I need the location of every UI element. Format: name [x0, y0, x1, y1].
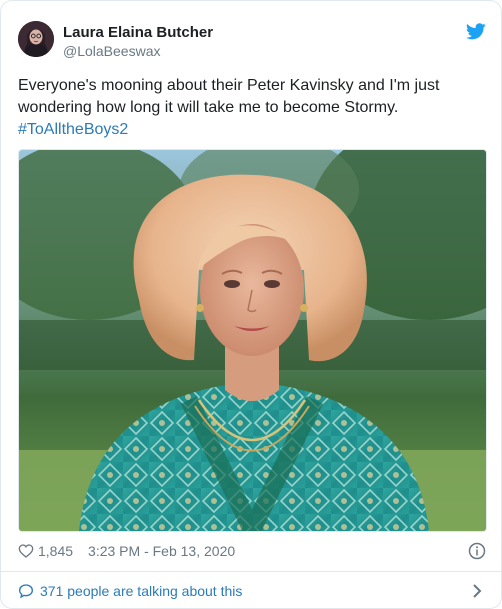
tweet-meta: 1,845 3:23 PM - Feb 13, 2020 — [18, 540, 235, 562]
tweet-timestamp[interactable]: 3:23 PM - Feb 13, 2020 — [88, 543, 235, 559]
tweet-text: Everyone's mooning about their Peter Kav… — [18, 75, 478, 141]
conversation-link[interactable]: 371 people are talking about this — [18, 580, 242, 602]
conversation-label: 371 people are talking about this — [40, 583, 243, 599]
author-display-name[interactable]: Laura Elaina Butcher — [63, 24, 213, 41]
heart-icon[interactable] — [18, 543, 34, 559]
author-handle[interactable]: @LolaBeeswax — [63, 43, 161, 59]
tweet-text-line: Everyone's mooning about their Peter Kav… — [18, 77, 440, 94]
tweet-text-line: wondering how long it will take me to be… — [18, 99, 399, 116]
speech-bubble-icon — [18, 584, 34, 599]
divider — [1, 571, 501, 572]
tweet-card: Laura Elaina Butcher @LolaBeeswax Everyo… — [0, 0, 502, 609]
twitter-bird-icon[interactable] — [466, 23, 486, 40]
tweet-media-image[interactable] — [18, 149, 487, 532]
info-icon[interactable] — [468, 542, 486, 560]
like-count[interactable]: 1,845 — [38, 543, 73, 559]
avatar[interactable] — [18, 21, 54, 57]
hashtag-link[interactable]: #ToAlltheBoys2 — [18, 119, 478, 141]
chevron-right-icon[interactable] — [471, 584, 483, 598]
